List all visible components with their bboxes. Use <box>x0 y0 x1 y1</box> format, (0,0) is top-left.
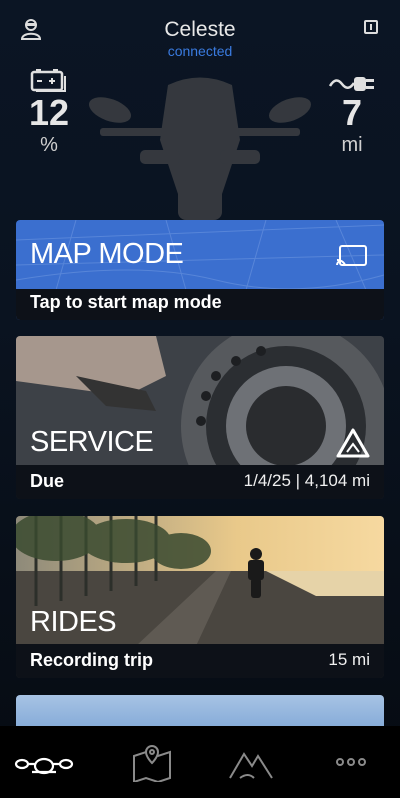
map-mode-footer: Tap to start map mode <box>16 289 384 320</box>
device-name: Celeste <box>164 18 236 41</box>
range-unit: mi <box>341 134 363 156</box>
header: Celeste connected 12 % 7 mi <box>0 0 400 220</box>
rides-footer: Recording trip 15 mi <box>16 644 384 678</box>
service-card[interactable]: SERVICE Due 1/4/25 | 4,104 mi <box>16 336 384 499</box>
service-status: Due <box>30 471 65 491</box>
rides-distance: 15 mi <box>328 650 370 669</box>
more-icon[interactable] <box>326 742 376 782</box>
motorcycle-icon[interactable] <box>14 742 74 782</box>
service-due-info: 1/4/25 | 4,104 mi <box>243 471 370 490</box>
cast-icon <box>336 245 367 266</box>
range-value: 7 <box>341 92 363 133</box>
rides-title: RIDES <box>30 606 117 638</box>
service-footer: Due 1/4/25 | 4,104 mi <box>16 465 384 499</box>
rides-card[interactable]: RIDES Recording trip 15 mi <box>16 516 384 678</box>
battery-percent-value: 12 <box>28 92 70 133</box>
motorcycle-silhouette <box>88 77 312 220</box>
service-title: SERVICE <box>30 426 154 458</box>
map-mode-card[interactable]: MAP MODE Tap to start map mode <box>16 220 384 320</box>
rides-status: Recording trip <box>30 650 154 670</box>
connection-status: connected <box>167 43 233 59</box>
mountains-icon[interactable] <box>226 742 276 782</box>
map-pin-icon[interactable] <box>128 742 178 782</box>
map-mode-title: MAP MODE <box>30 238 184 270</box>
map-mode-subtitle: Tap to start map mode <box>30 292 222 312</box>
battery-percent-unit: % <box>40 134 58 156</box>
warning-triangle-icon <box>336 428 370 458</box>
bottom-navigation <box>0 726 400 798</box>
battery-icon <box>30 69 66 92</box>
